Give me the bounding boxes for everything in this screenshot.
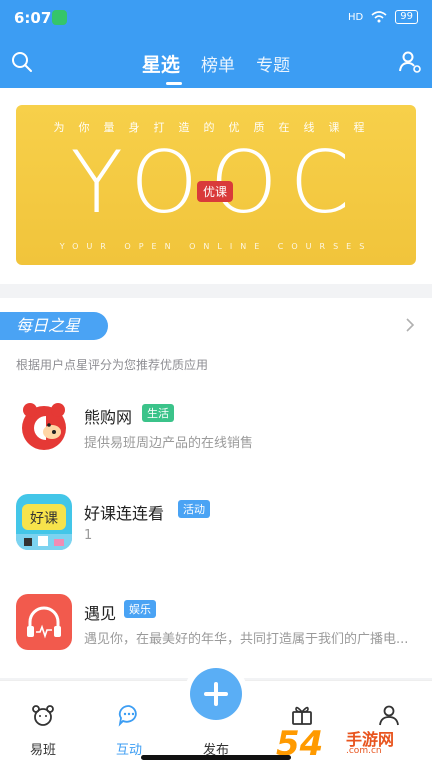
headphones-icon [16, 594, 72, 650]
promo-banner[interactable]: 为你量身打造的优质在线课程 YOOC 优课 YOUR OPEN ONLINE C… [16, 105, 416, 265]
bear-shop-icon [16, 398, 72, 454]
app-description: 遇见你，在最美好的年华，共同打造属于我们的广播电... [84, 632, 409, 647]
top-bar: 6:07 HD 99 星选 榜单 专题 [0, 0, 432, 88]
tab-ranking[interactable]: 榜单 [201, 51, 235, 76]
chevron-right-icon[interactable] [404, 318, 416, 332]
app-tag: 活动 [178, 500, 210, 518]
banner-subtitle: YOUR OPEN ONLINE COURSES [59, 242, 373, 251]
app-description: 提供易班周边产品的在线销售 [84, 436, 254, 451]
active-tab-indicator [166, 82, 182, 85]
chat-icon [118, 705, 137, 727]
svg-text:好课: 好课 [30, 511, 58, 527]
battery-icon: 99 [395, 10, 418, 24]
section-title: 每日之星 [0, 312, 108, 340]
tab-topics[interactable]: 专题 [256, 51, 290, 76]
user-settings-icon[interactable] [398, 50, 422, 74]
bear-icon [32, 705, 54, 726]
watermark-url: .com.cn [346, 746, 382, 756]
list-item-app-2[interactable]: 好课 好课连连看 活动 1 [0, 494, 432, 574]
app-tag: 生活 [142, 404, 174, 422]
app-description: 1 [84, 528, 93, 543]
app-tag: 娱乐 [124, 600, 156, 618]
app-name: 好课连连看 [84, 504, 165, 523]
nav-label: 易班 [29, 743, 56, 758]
list-item-app-3[interactable]: 遇见 娱乐 遇见你，在最美好的年华，共同打造属于我们的广播电... [0, 594, 432, 674]
app-name: 遇见 [84, 604, 117, 623]
list-item-app-1[interactable]: 熊购网 生活 提供易班周边产品的在线销售 [0, 398, 432, 478]
section-description: 根据用户点星评分为您推荐优质应用 [16, 358, 209, 372]
status-bar: 6:07 HD 99 [0, 0, 432, 36]
header: 星选 榜单 专题 [0, 36, 432, 88]
wifi-icon [371, 11, 387, 23]
publish-button[interactable] [190, 668, 242, 720]
app-name: 熊购网 [84, 408, 133, 427]
status-time: 6:07 [14, 9, 52, 27]
call-icon [52, 10, 67, 25]
header-tabs: 星选 榜单 专题 [0, 50, 432, 85]
site-watermark: 54 手游网 .com.cn [276, 722, 426, 766]
network-label: HD [348, 11, 364, 23]
banner-area: 为你量身打造的优质在线课程 YOOC 优课 YOUR OPEN ONLINE C… [0, 88, 432, 284]
status-indicators: HD 99 [348, 10, 418, 24]
banner-badge: 优课 [197, 181, 234, 202]
daily-star-section: 每日之星 根据用户点星评分为您推荐优质应用 熊购网 生活 提供易班周边产品的在线… [0, 298, 432, 678]
nav-yiban[interactable]: 易班 [0, 681, 86, 768]
home-indicator [141, 755, 291, 760]
tab-featured[interactable]: 星选 [142, 50, 180, 77]
good-course-icon: 好课 [16, 494, 72, 550]
